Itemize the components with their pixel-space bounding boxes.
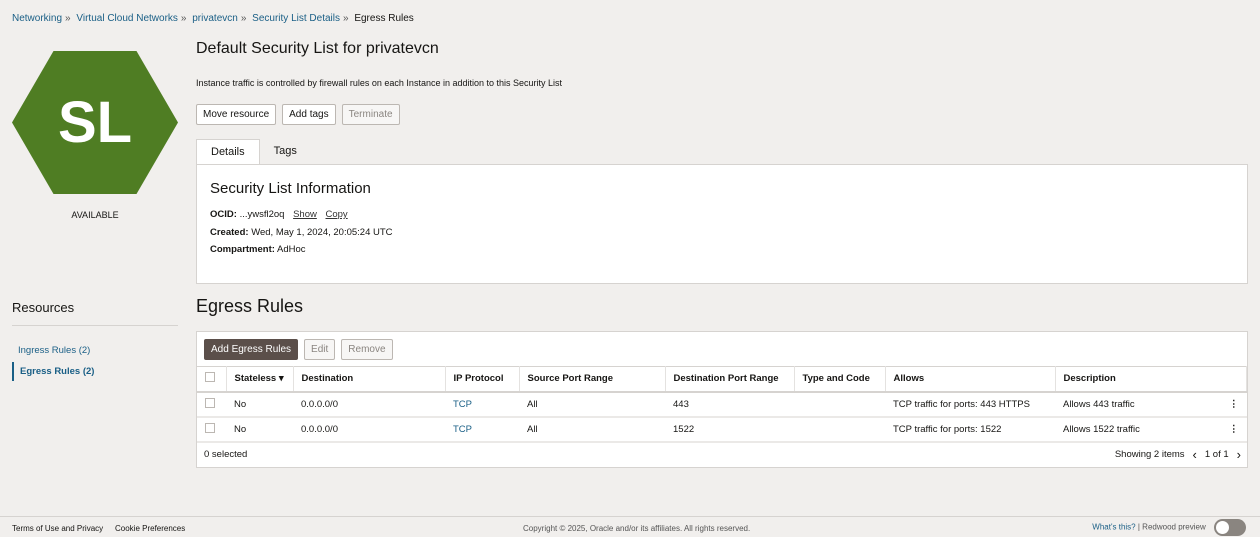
- page-indicator: 1 of 1: [1204, 449, 1229, 460]
- resources-title: Resources: [12, 300, 75, 315]
- cell-type-code: [794, 391, 885, 418]
- redwood-preview-label: Redwood preview: [1142, 522, 1206, 532]
- column-destination: Destination: [293, 366, 446, 393]
- select-all-checkbox[interactable]: [205, 372, 215, 383]
- cell-source-port: All: [519, 391, 665, 418]
- column-source-port: Source Port Range: [519, 366, 666, 393]
- column-ip-protocol: IP Protocol: [445, 366, 520, 393]
- cell-description: Allows 1522 traffic: [1055, 416, 1203, 443]
- compartment-value: AdHoc: [277, 244, 306, 255]
- add-egress-rules-button[interactable]: Add Egress Rules: [204, 339, 299, 360]
- status-label: AVAILABLE: [71, 210, 119, 220]
- tab-details[interactable]: Details: [196, 139, 260, 165]
- column-type-code: Type and Code: [794, 366, 886, 393]
- breadcrumb-networking[interactable]: Networking: [12, 13, 62, 24]
- prev-page-icon[interactable]: ‹: [1193, 447, 1197, 462]
- cell-destination-port: 1522: [665, 416, 794, 443]
- cell-destination-port: 443: [665, 391, 794, 418]
- remove-button[interactable]: Remove: [341, 339, 393, 360]
- edit-button[interactable]: Edit: [304, 339, 336, 360]
- row-actions-kebab-icon[interactable]: ⋮: [1202, 391, 1247, 418]
- info-panel: Security List Information OCID: ...ywsfl…: [196, 164, 1248, 284]
- cell-description: Allows 443 traffic: [1055, 391, 1203, 418]
- footer: Terms of Use and Privacy Cookie Preferen…: [0, 516, 1260, 537]
- move-resource-button[interactable]: Move resource: [196, 104, 277, 125]
- column-description: Description: [1055, 366, 1247, 393]
- egress-title: Egress Rules: [196, 296, 304, 316]
- breadcrumb-privatevcn[interactable]: privatevcn: [192, 13, 238, 24]
- terminate-button[interactable]: Terminate: [341, 104, 400, 125]
- table-row: No 0.0.0.0/0 TCP All 1522 TCP traffic for por…: [197, 416, 1247, 443]
- cell-stateless: No: [226, 391, 293, 418]
- cell-destination: 0.0.0.0/0: [293, 416, 445, 443]
- breadcrumb-current: Egress Rules: [354, 13, 414, 24]
- cookie-preferences-link[interactable]: Cookie Preferences: [115, 524, 185, 533]
- add-tags-button[interactable]: Add tags: [282, 104, 336, 125]
- breadcrumb-security-list[interactable]: Security List Details: [252, 13, 340, 24]
- compartment-label: Compartment:: [210, 244, 275, 255]
- created-value: Wed, May 1, 2024, 20:05:24 UTC: [251, 227, 393, 238]
- row-checkbox[interactable]: [205, 422, 215, 433]
- ocid-value: ...ywsfl2oq: [239, 209, 285, 220]
- table-row: No 0.0.0.0/0 TCP All 443 TCP traffic for port…: [197, 391, 1247, 418]
- egress-table-panel: Add Egress Rules Edit Remove Stateless ▾…: [196, 331, 1248, 468]
- show-ocid-link[interactable]: Show: [293, 209, 317, 220]
- cell-stateless: No: [226, 416, 293, 443]
- cell-allows: TCP traffic for ports: 1522: [885, 416, 1055, 443]
- showing-count: Showing 2 items: [1114, 449, 1185, 460]
- sidebar-item-egress-rules[interactable]: Egress Rules (2): [12, 362, 178, 381]
- copy-ocid-link[interactable]: Copy: [326, 209, 348, 220]
- cell-ip-protocol: TCP: [445, 391, 519, 418]
- sidebar-item-ingress-rules[interactable]: Ingress Rules (2): [12, 341, 178, 360]
- redwood-preview-toggle[interactable]: [1214, 519, 1246, 536]
- column-destination-port: Destination Port Range: [665, 366, 795, 393]
- divider: [12, 325, 178, 326]
- copyright: Copyright © 2025, Oracle and/or its affi…: [523, 524, 751, 533]
- cell-type-code: [794, 416, 885, 443]
- breadcrumb: Networking» Virtual Cloud Networks» priv…: [12, 13, 414, 24]
- row-checkbox[interactable]: [205, 397, 215, 408]
- cell-source-port: All: [519, 416, 665, 443]
- egress-rules-table: Stateless ▾ Destination IP Protocol Sour…: [197, 366, 1247, 443]
- cell-allows: TCP traffic for ports: 443 HTTPS: [885, 391, 1055, 418]
- info-title: Security List Information: [210, 180, 371, 197]
- column-allows: Allows: [885, 366, 1056, 393]
- next-page-icon[interactable]: ›: [1237, 447, 1241, 462]
- ocid-label: OCID:: [210, 209, 237, 220]
- whats-this-link[interactable]: What's this?: [1092, 523, 1135, 532]
- separator: |: [1137, 522, 1140, 532]
- created-label: Created:: [210, 227, 249, 238]
- terms-link[interactable]: Terms of Use and Privacy: [12, 524, 103, 533]
- page-title: Default Security List for privatevcn: [196, 40, 439, 57]
- tab-tags[interactable]: Tags: [260, 139, 311, 165]
- cell-destination: 0.0.0.0/0: [293, 391, 445, 418]
- row-actions-kebab-icon[interactable]: ⋮: [1202, 416, 1247, 443]
- resource-hexagon-icon: SL: [12, 51, 178, 194]
- page-subtitle: Instance traffic is controlled by firewa…: [196, 78, 563, 88]
- breadcrumb-vcns[interactable]: Virtual Cloud Networks: [76, 13, 178, 24]
- cell-ip-protocol: TCP: [445, 416, 519, 443]
- selected-count: 0 selected: [204, 449, 248, 460]
- column-stateless[interactable]: Stateless ▾: [226, 366, 294, 393]
